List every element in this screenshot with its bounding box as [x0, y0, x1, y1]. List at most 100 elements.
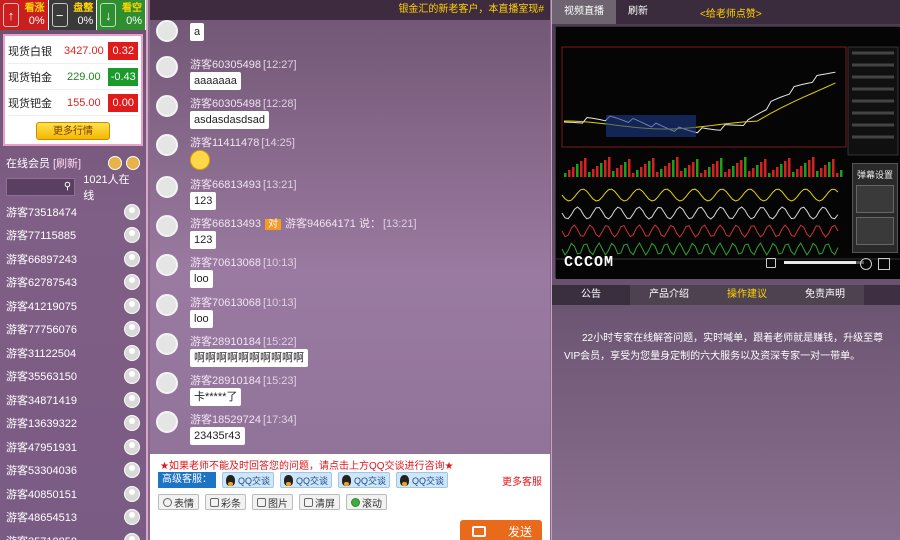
volume-icon[interactable]: [766, 258, 776, 268]
message-user[interactable]: 游客70613068: [190, 297, 261, 309]
check-icon: [351, 497, 360, 507]
color-bar-button[interactable]: 彩条: [205, 494, 246, 510]
danmaku-option[interactable]: [856, 185, 894, 213]
message-user[interactable]: 游客66813493: [190, 179, 261, 191]
member-row[interactable]: 游客13639322: [0, 412, 146, 436]
member-row[interactable]: 游客34871419: [0, 388, 146, 412]
message-user[interactable]: 游客28910184: [190, 336, 261, 348]
user-avatar-icon[interactable]: [156, 411, 178, 433]
danmaku-option[interactable]: [856, 217, 894, 245]
message-user[interactable]: 游客70613068: [190, 257, 261, 269]
announcement-text: 22小时专家在线解答问题，实时喊单，跟着老师就是赚钱，升级至尊VIP会员，享受为…: [564, 333, 884, 362]
member-row[interactable]: 游客40850151: [0, 482, 146, 506]
user-avatar-icon[interactable]: [156, 134, 178, 156]
like-teacher-link[interactable]: <给老师点赞>: [700, 5, 762, 20]
user-avatar-icon[interactable]: [156, 215, 178, 237]
user-icon[interactable]: [126, 156, 140, 170]
message-user[interactable]: 游客60305498: [190, 59, 261, 71]
group-icon[interactable]: [108, 156, 122, 170]
member-row[interactable]: 游客73518474: [0, 200, 146, 224]
sentiment-percent: 0%: [28, 15, 45, 27]
qq-chat-button[interactable]: QQ交谈: [222, 472, 275, 488]
member-avatar-icon: [124, 509, 140, 526]
settings-icon[interactable]: [860, 258, 872, 270]
member-row[interactable]: 游客53304036: [0, 459, 146, 483]
volume-bar: [648, 161, 651, 177]
qq-chat-button[interactable]: QQ交谈: [280, 472, 333, 488]
message-user[interactable]: 游客11411478: [190, 137, 259, 149]
sentiment-percent: 0%: [126, 15, 143, 27]
send-button[interactable]: 发送: [460, 520, 542, 540]
price-value: 155.00: [67, 96, 101, 109]
volume-bar: [692, 162, 695, 177]
message-user[interactable]: 游客60305498: [190, 98, 261, 110]
member-row[interactable]: 游客77115885: [0, 224, 146, 248]
message-target[interactable]: 游客94664171 说：: [285, 218, 381, 230]
member-row[interactable]: 游客48654513: [0, 506, 146, 530]
volume-bar: [756, 165, 759, 177]
volume-bar: [676, 157, 679, 177]
member-row[interactable]: 游客62787543: [0, 271, 146, 295]
message-user[interactable]: 游客28910184: [190, 375, 261, 387]
member-row[interactable]: 游客77756076: [0, 318, 146, 342]
clear-icon: [304, 497, 313, 507]
left-panel: ↑ 看涨 0% − 盘整 0% ↓ 看空 0% 现货白银 3427.00 0.3…: [0, 0, 148, 540]
member-name: 游客40850151: [6, 488, 77, 501]
members-refresh-link[interactable]: [刷新]: [53, 155, 81, 171]
member-row[interactable]: 游客25718858: [0, 529, 146, 540]
service-label: 高级客服：: [158, 472, 216, 488]
tab-refresh[interactable]: 刷新: [616, 0, 660, 24]
tab-live-video[interactable]: 视频直播: [552, 0, 616, 24]
user-avatar-icon[interactable]: [156, 176, 178, 198]
member-row[interactable]: 游客35563150: [0, 365, 146, 389]
online-count: 1021人在线: [83, 174, 130, 202]
more-service-link[interactable]: 更多客服: [502, 473, 542, 488]
user-avatar-icon[interactable]: [156, 294, 178, 316]
autoscroll-toggle[interactable]: 滚动: [346, 494, 387, 510]
member-row[interactable]: 游客31122504: [0, 341, 146, 365]
clear-screen-button[interactable]: 清屏: [299, 494, 340, 510]
image-button[interactable]: 图片: [252, 494, 293, 510]
user-avatar-icon[interactable]: [156, 95, 178, 117]
member-search-input[interactable]: ⚲: [6, 178, 76, 196]
volume-bar: [824, 165, 827, 177]
user-avatar-icon[interactable]: [156, 20, 178, 42]
user-avatar-icon[interactable]: [156, 56, 178, 78]
emoji-button[interactable]: 表情: [158, 494, 199, 510]
member-row[interactable]: 游客47951931: [0, 435, 146, 459]
volume-bar: [644, 164, 647, 177]
volume-bar: [768, 173, 771, 177]
danmaku-settings-panel[interactable]: 弹幕设置: [852, 163, 898, 253]
fullscreen-icon[interactable]: [878, 258, 890, 270]
video-player[interactable]: 弹幕设置 CCCOM: [555, 26, 900, 279]
sentiment-bearish[interactable]: ↓ 看空 0%: [97, 0, 147, 30]
volume-bar: [596, 166, 599, 177]
user-avatar-icon[interactable]: [156, 372, 178, 394]
qq-chat-label: QQ交谈: [296, 475, 329, 486]
volume-bar: [764, 159, 767, 177]
price-value: 3427.00: [63, 44, 104, 57]
brand-logo: CCCOM: [564, 254, 615, 271]
tab-product-intro[interactable]: 产品介绍: [630, 285, 708, 305]
tab-trading-advice[interactable]: 操作建议: [708, 285, 786, 305]
volume-bar: [628, 159, 631, 177]
user-avatar-icon[interactable]: [156, 333, 178, 355]
member-row[interactable]: 游客66897243: [0, 247, 146, 271]
user-avatar-icon[interactable]: [156, 254, 178, 276]
qq-chat-button[interactable]: QQ交谈: [396, 472, 449, 488]
price-name: 现货钯金: [8, 97, 52, 110]
message-time: [12:27]: [262, 59, 297, 71]
message-user[interactable]: 游客18529724: [190, 414, 261, 426]
sentiment-label: 看涨: [24, 3, 45, 14]
more-quotes-button[interactable]: 更多行情: [36, 122, 110, 140]
sentiment-neutral[interactable]: − 盘整 0%: [48, 0, 98, 30]
member-row[interactable]: 游客41219075: [0, 294, 146, 318]
message-bubble: 卡*****了: [190, 388, 242, 406]
message-user[interactable]: 游客66813493: [190, 218, 261, 230]
tab-announcement[interactable]: 公告: [552, 285, 630, 305]
search-icon[interactable]: ⚲: [64, 181, 71, 192]
volume-bar: [732, 166, 735, 177]
tab-disclaimer[interactable]: 免责声明: [786, 285, 864, 305]
qq-chat-button[interactable]: QQ交谈: [338, 472, 391, 488]
sentiment-bullish[interactable]: ↑ 看涨 0%: [0, 0, 49, 30]
